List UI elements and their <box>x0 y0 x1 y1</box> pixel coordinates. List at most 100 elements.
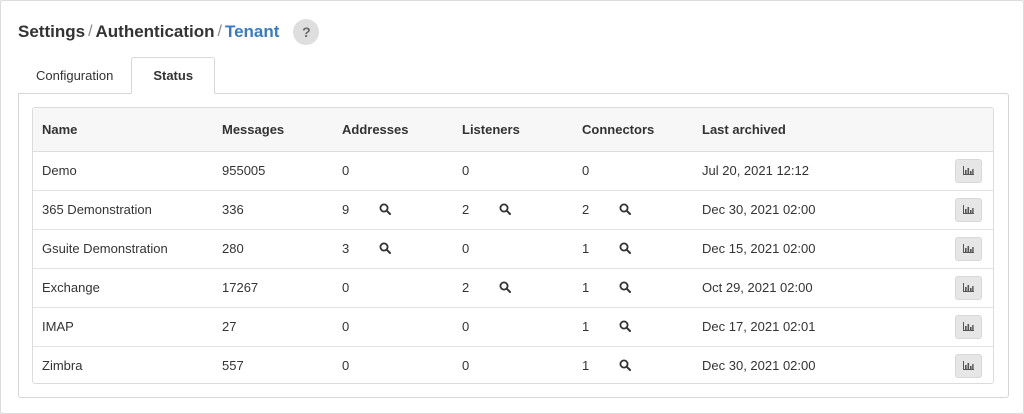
search-icon[interactable] <box>619 281 633 295</box>
last-archived-cell: Dec 30, 2021 02:00 <box>693 190 893 229</box>
view-chart-button[interactable] <box>955 275 982 300</box>
last-archived-cell: Dec 15, 2021 02:00 <box>693 229 893 268</box>
listeners-value: 2 <box>462 202 470 217</box>
messages-value: 557 <box>222 358 244 374</box>
addresses-cell: 9 <box>333 190 453 229</box>
column-header-addresses: Addresses <box>333 108 453 152</box>
table-header-row: Name Messages Addresses Listeners Connec… <box>33 108 993 152</box>
connectors-value: 1 <box>582 358 590 374</box>
breadcrumb-settings[interactable]: Settings <box>18 22 85 42</box>
messages-cell: 27 <box>213 307 333 346</box>
view-chart-button[interactable] <box>955 353 982 378</box>
messages-cell: 17267 <box>213 268 333 307</box>
name-value: Gsuite Demonstration <box>42 241 168 256</box>
view-chart-button[interactable] <box>955 158 982 183</box>
addresses-value: 0 <box>342 358 350 374</box>
breadcrumb-authentication[interactable]: Authentication <box>96 22 215 42</box>
listeners-cell: 2 <box>453 190 573 229</box>
messages-cell: 557 <box>213 346 333 383</box>
connectors-value: 1 <box>582 319 590 334</box>
messages-cell: 280 <box>213 229 333 268</box>
messages-cell: 955005 <box>213 151 333 190</box>
name-value: Demo <box>42 163 77 178</box>
search-icon[interactable] <box>499 203 513 217</box>
messages-value: 955005 <box>222 163 266 178</box>
connectors-value: 0 <box>582 163 590 178</box>
column-header-actions <box>893 108 993 152</box>
view-chart-button[interactable] <box>955 197 982 222</box>
bar-chart-icon <box>963 283 974 292</box>
name-value: IMAP <box>42 319 74 334</box>
last-archived-cell: Dec 17, 2021 02:01 <box>693 307 893 346</box>
breadcrumb: Settings / Authentication / Tenant ? <box>18 17 320 47</box>
name-cell: Gsuite Demonstration <box>33 229 213 268</box>
bar-chart-icon <box>963 361 974 371</box>
name-cell: Exchange <box>33 268 213 307</box>
search-icon[interactable] <box>619 242 633 256</box>
connectors-cell: 2 <box>573 190 693 229</box>
addresses-value: 0 <box>342 319 350 334</box>
name-value: Zimbra <box>42 358 83 374</box>
addresses-value: 0 <box>342 280 350 295</box>
addresses-cell: 3 <box>333 229 453 268</box>
table-row: IMAP 27 0 0 1 Dec 17, 2021 02:01 <box>33 307 993 346</box>
listeners-value: 2 <box>462 280 470 295</box>
column-header-listeners: Listeners <box>453 108 573 152</box>
tab-bar: Configuration Status <box>18 57 216 94</box>
bar-chart-icon <box>963 205 974 214</box>
column-header-connectors: Connectors <box>573 108 693 152</box>
last-archived-cell: Jul 20, 2021 12:12 <box>693 151 893 190</box>
column-header-messages: Messages <box>213 108 333 152</box>
name-cell: 365 Demonstration <box>33 190 213 229</box>
search-icon[interactable] <box>379 203 393 217</box>
messages-value: 17267 <box>222 280 259 295</box>
name-value: Exchange <box>42 280 100 295</box>
last-archived-value: Oct 29, 2021 02:00 <box>702 280 813 295</box>
column-header-name: Name <box>33 108 213 152</box>
connectors-cell: 1 <box>573 307 693 346</box>
help-button[interactable]: ? <box>293 19 320 45</box>
last-archived-value: Dec 15, 2021 02:00 <box>702 241 816 256</box>
connectors-cell: 0 <box>573 151 693 190</box>
breadcrumb-tenant: Tenant <box>224 22 280 41</box>
status-panel: Name Messages Addresses Listeners Connec… <box>18 93 1009 398</box>
page: Settings / Authentication / Tenant ? Con… <box>0 0 1024 414</box>
view-chart-button[interactable] <box>955 236 982 261</box>
table-row: Exchange 17267 0 2 1 Oct 29, 2021 02:00 <box>33 268 993 307</box>
connectors-value: 1 <box>582 241 590 256</box>
actions-cell <box>893 307 993 346</box>
view-chart-button[interactable] <box>955 314 982 339</box>
addresses-value: 0 <box>342 163 350 178</box>
last-archived-value: Dec 30, 2021 02:00 <box>702 202 816 217</box>
tab-configuration[interactable]: Configuration <box>18 57 131 94</box>
addresses-cell: 0 <box>333 151 453 190</box>
actions-cell <box>893 268 993 307</box>
listeners-value: 0 <box>462 358 470 374</box>
connectors-value: 1 <box>582 280 590 295</box>
last-archived-cell: Oct 29, 2021 02:00 <box>693 268 893 307</box>
status-table: Name Messages Addresses Listeners Connec… <box>32 107 994 384</box>
name-cell: Zimbra <box>33 346 213 383</box>
search-icon[interactable] <box>499 281 513 295</box>
breadcrumb-separator: / <box>88 23 93 40</box>
tab-status[interactable]: Status <box>131 57 216 94</box>
addresses-value: 3 <box>342 241 350 256</box>
listeners-cell: 0 <box>453 307 573 346</box>
search-icon[interactable] <box>619 359 633 373</box>
listeners-value: 0 <box>462 241 470 256</box>
addresses-value: 9 <box>342 202 350 217</box>
listeners-cell: 0 <box>453 151 573 190</box>
listeners-cell: 0 <box>453 346 573 383</box>
question-icon: ? <box>302 24 311 40</box>
table-row: Gsuite Demonstration 280 3 0 1 Dec 15, 2021 0… <box>33 229 993 268</box>
bar-chart-icon <box>963 166 974 175</box>
search-icon[interactable] <box>379 242 393 256</box>
last-archived-value: Dec 30, 2021 02:00 <box>702 358 816 374</box>
name-cell: IMAP <box>33 307 213 346</box>
connectors-cell: 1 <box>573 268 693 307</box>
bar-chart-icon <box>963 322 974 331</box>
messages-cell: 336 <box>213 190 333 229</box>
search-icon[interactable] <box>619 320 633 334</box>
table-row: Zimbra 557 0 0 1 Dec 30, 2021 02:00 <box>33 346 993 383</box>
search-icon[interactable] <box>619 203 633 217</box>
